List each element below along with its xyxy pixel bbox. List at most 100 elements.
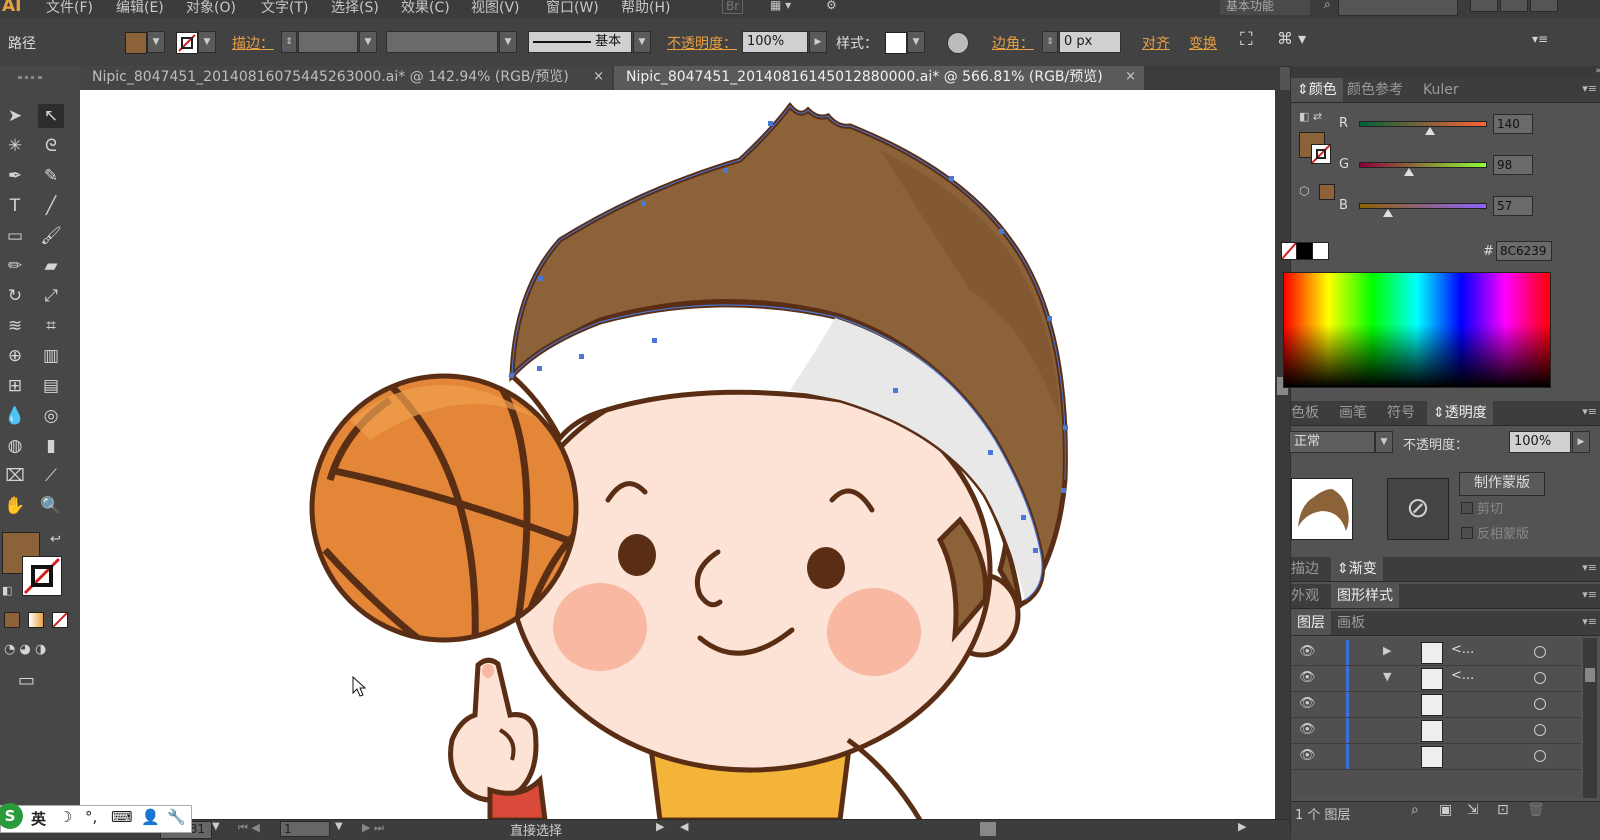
default-fill-stroke-icon[interactable]: ◧ ⇄ bbox=[1299, 110, 1322, 123]
stroke-weight-dropdown[interactable]: ▼ bbox=[359, 31, 377, 53]
corner-stepper[interactable]: ⇕ bbox=[1042, 31, 1058, 53]
fill-swatch[interactable] bbox=[125, 32, 147, 54]
eye-icon[interactable]: 👁 bbox=[1299, 748, 1316, 763]
stroke-color-box[interactable] bbox=[1311, 144, 1331, 164]
menu-select[interactable]: 选择(S) bbox=[331, 0, 379, 17]
artboard-dropdown[interactable]: ▼ bbox=[335, 821, 343, 832]
last-artboard-button[interactable]: ▶ ⏭ bbox=[362, 821, 384, 835]
minimize-button[interactable] bbox=[1470, 0, 1498, 12]
stroke-weight-label[interactable]: 描边： bbox=[232, 33, 274, 53]
b-value-field[interactable]: 57 bbox=[1493, 196, 1533, 216]
tab-document-2[interactable]: Nipic_8047451_20140816145012880000.ai* @… bbox=[614, 66, 1144, 90]
menu-help[interactable]: 帮助(H) bbox=[621, 0, 670, 17]
tab-brushes[interactable]: 画笔 bbox=[1339, 401, 1367, 425]
swap-fill-stroke-icon[interactable]: ↩ bbox=[50, 532, 61, 547]
layer-row[interactable]: 👁 ▶ <... bbox=[1291, 640, 1581, 666]
keyboard-icon[interactable]: ⌨ bbox=[111, 808, 133, 826]
clip-checkbox[interactable] bbox=[1461, 502, 1473, 514]
eraser-tool-icon[interactable]: ▰ bbox=[38, 254, 64, 278]
hand-tool-icon[interactable]: ✋ bbox=[2, 494, 28, 518]
panel-grip[interactable] bbox=[18, 76, 42, 85]
transparency-opacity-field[interactable]: 100% bbox=[1509, 431, 1571, 453]
tab-color[interactable]: ⇕颜色 bbox=[1291, 78, 1343, 102]
opacity-field[interactable]: 100% bbox=[742, 31, 808, 53]
fill-dropdown[interactable]: ▼ bbox=[147, 31, 165, 53]
artboard-tool-icon[interactable]: ⌧ bbox=[2, 464, 28, 488]
layer-name[interactable]: <... bbox=[1451, 642, 1474, 657]
tab-layers[interactable]: 图层 bbox=[1291, 611, 1331, 635]
none-mode-button[interactable] bbox=[52, 612, 68, 628]
zoom-tool-icon[interactable]: 🔍 bbox=[38, 494, 64, 518]
collapse-panels-icon[interactable]: » bbox=[1291, 66, 1600, 78]
b-slider-knob[interactable] bbox=[1383, 209, 1393, 217]
layer-row[interactable]: 👁 bbox=[1291, 744, 1581, 770]
make-clipping-mask-icon[interactable]: ▣ bbox=[1439, 802, 1452, 818]
menu-edit[interactable]: 编辑(E) bbox=[116, 0, 164, 17]
status-menu-icon[interactable]: ▶ bbox=[656, 820, 664, 833]
scroll-left-icon[interactable]: ◀ bbox=[680, 820, 688, 833]
none-swatch[interactable] bbox=[1281, 242, 1297, 260]
curvature-tool-icon[interactable]: ✎ bbox=[38, 164, 64, 188]
layer-row[interactable]: 👁 bbox=[1291, 718, 1581, 744]
maximize-button[interactable] bbox=[1500, 0, 1528, 12]
moon-icon[interactable]: ☽ bbox=[59, 808, 72, 826]
blend-tool-icon[interactable]: ◎ bbox=[38, 404, 64, 428]
recolor-artwork-icon[interactable] bbox=[947, 32, 969, 54]
ime-language[interactable]: 英 bbox=[31, 808, 46, 829]
new-layer-icon[interactable]: ⊡ bbox=[1497, 802, 1509, 818]
graphic-style-dropdown[interactable]: ▼ bbox=[907, 31, 925, 53]
close-icon[interactable]: × bbox=[593, 66, 604, 88]
tab-transparency[interactable]: ⇕透明度 bbox=[1427, 401, 1493, 425]
panel-menu-icon[interactable]: ▾≡ bbox=[1582, 588, 1597, 601]
tab-document-1[interactable]: Nipic_8047451_20140816075445263000.ai* @… bbox=[80, 66, 612, 90]
artwork[interactable] bbox=[80, 90, 1275, 819]
g-value-field[interactable]: 98 bbox=[1493, 155, 1533, 175]
brush-profile-dropdown[interactable]: ▼ bbox=[633, 31, 651, 53]
direct-selection-tool-icon[interactable]: ↖ bbox=[38, 104, 64, 128]
control-bar-menu-icon[interactable]: ▾≡ bbox=[1532, 32, 1548, 46]
menu-window[interactable]: 窗口(W) bbox=[546, 0, 599, 17]
blend-mode-select[interactable]: 正常 bbox=[1289, 431, 1375, 453]
panel-menu-icon[interactable]: ▾≡ bbox=[1582, 561, 1597, 574]
tab-graphic-styles[interactable]: 图形样式 bbox=[1331, 584, 1399, 608]
transform-link[interactable]: 变换 bbox=[1189, 33, 1217, 53]
gamut-swatch[interactable] bbox=[1319, 184, 1335, 200]
workspace-switcher[interactable]: 基本功能 bbox=[1220, 0, 1310, 15]
selection-tool-icon[interactable]: ➤ bbox=[2, 104, 28, 128]
menu-type[interactable]: 文字(T) bbox=[261, 0, 308, 17]
menu-view[interactable]: 视图(V) bbox=[471, 0, 520, 17]
stroke-weight-stepper[interactable]: ⇕ bbox=[281, 31, 297, 53]
target-icon[interactable] bbox=[1534, 698, 1546, 710]
warp-tool-icon[interactable]: ≋ bbox=[2, 314, 28, 338]
layer-row[interactable]: 👁 bbox=[1291, 692, 1581, 718]
opacity-label[interactable]: 不透明度： bbox=[667, 33, 737, 53]
new-sublayer-icon[interactable]: ⇲ bbox=[1467, 802, 1479, 818]
opacity-dropdown[interactable]: ▶ bbox=[809, 31, 827, 53]
g-slider[interactable] bbox=[1359, 162, 1487, 168]
ime-toolbar[interactable]: S 英 ☽ °, ⌨ 👤 🔧 bbox=[0, 803, 192, 833]
punctuation-icon[interactable]: °, bbox=[85, 808, 97, 826]
r-slider-knob[interactable] bbox=[1425, 127, 1435, 135]
eyedropper-tool-icon[interactable]: 💧 bbox=[2, 404, 28, 428]
stroke-swatch[interactable] bbox=[176, 32, 198, 54]
lasso-tool-icon[interactable]: ᘓ bbox=[38, 134, 64, 158]
screen-mode-icon[interactable]: ▭ bbox=[18, 670, 35, 691]
layer-name[interactable]: <... bbox=[1451, 668, 1474, 683]
scale-tool-icon[interactable]: ⤢ bbox=[38, 284, 64, 308]
close-icon[interactable]: × bbox=[1125, 66, 1136, 88]
magic-wand-tool-icon[interactable]: ✳ bbox=[2, 134, 28, 158]
artboard[interactable] bbox=[80, 90, 1275, 819]
align-link[interactable]: 对齐 bbox=[1142, 33, 1170, 53]
line-tool-icon[interactable]: ╱ bbox=[38, 194, 64, 218]
tab-appearance[interactable]: 外观 bbox=[1291, 584, 1319, 608]
isolate-selected-icon[interactable]: ⛶ bbox=[1240, 29, 1253, 50]
menu-object[interactable]: 对象(O) bbox=[186, 0, 236, 17]
corner-label[interactable]: 边角： bbox=[992, 33, 1034, 53]
arrange-documents-icon[interactable]: ▦ ▾ bbox=[770, 0, 791, 12]
scroll-right-icon[interactable]: ▶ bbox=[1238, 820, 1246, 833]
graphic-style-swatch[interactable] bbox=[885, 32, 907, 54]
r-slider[interactable] bbox=[1359, 121, 1487, 127]
user-icon[interactable]: 👤 bbox=[141, 808, 160, 826]
transparency-opacity-dropdown[interactable]: ▶ bbox=[1572, 431, 1590, 453]
wrench-icon[interactable]: 🔧 bbox=[167, 808, 186, 826]
